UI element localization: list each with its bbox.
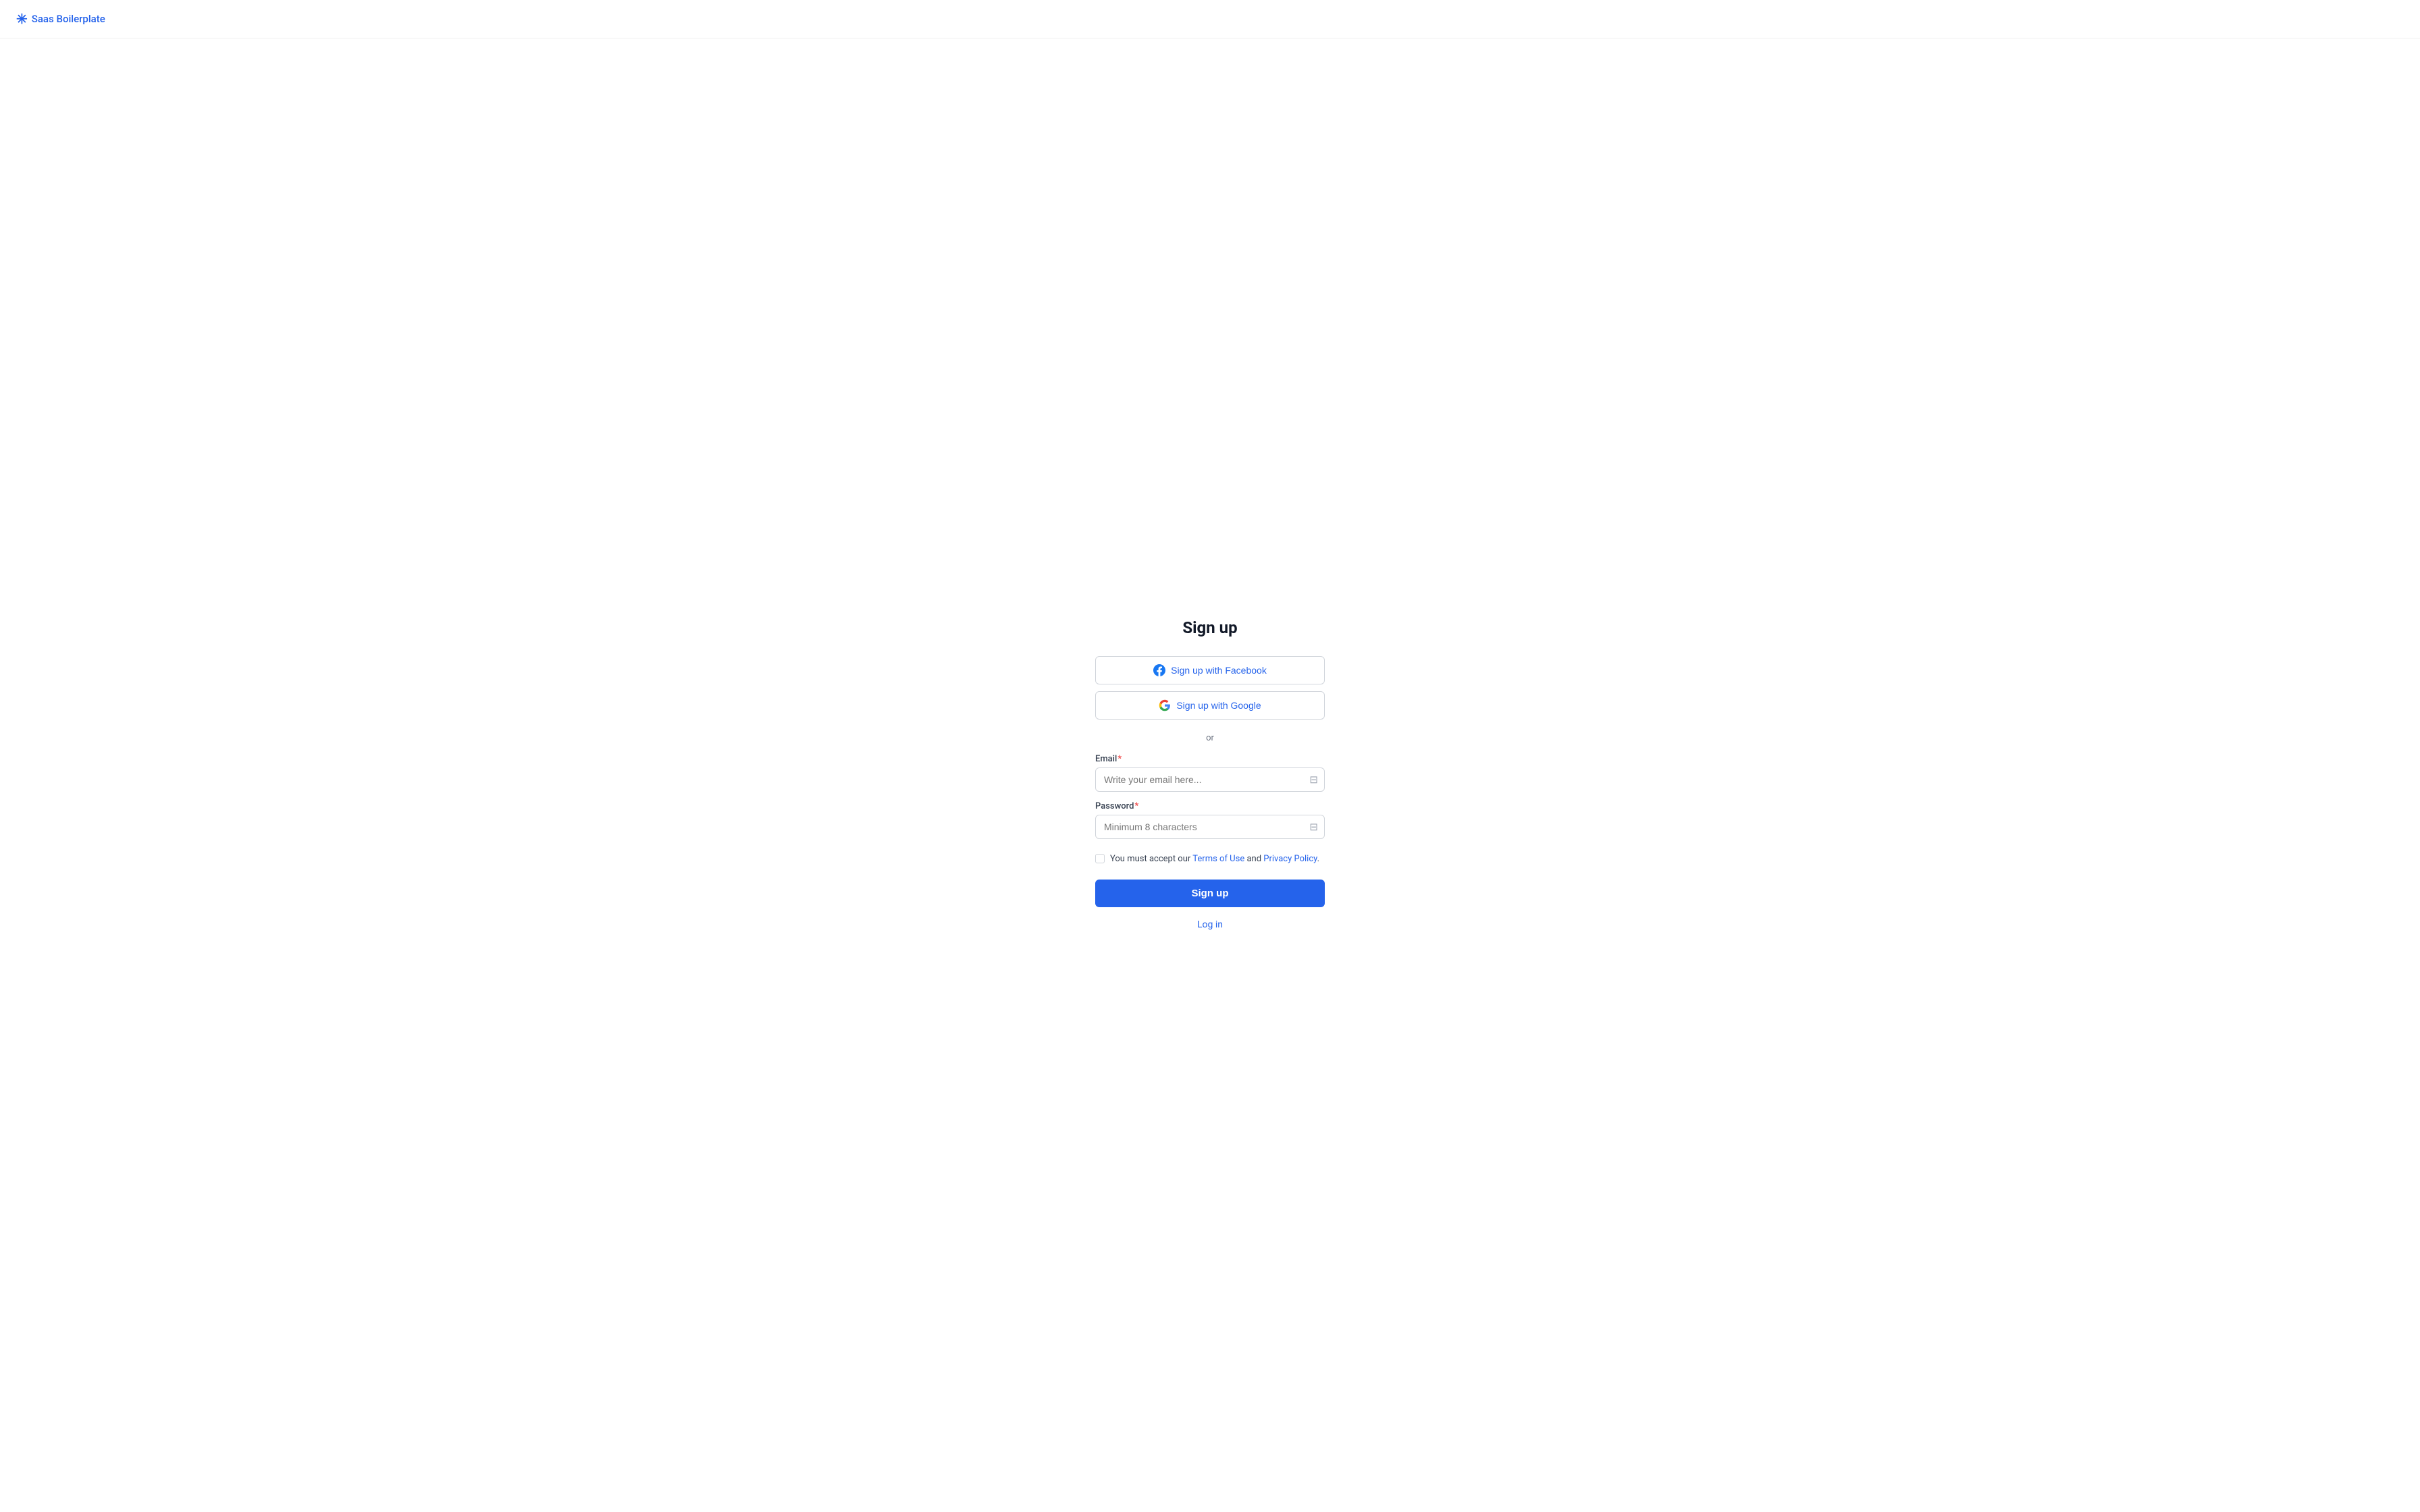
password-input-wrapper: ⊟ [1095,815,1325,839]
navbar: ✳ Saas Boilerplate [0,0,2420,38]
signup-card: Sign up Sign up with Facebook Sign up wi… [1095,618,1325,930]
facebook-signup-label: Sign up with Facebook [1171,665,1267,676]
divider-text: or [1206,733,1214,743]
email-required-marker: * [1117,754,1122,764]
privacy-policy-link[interactable]: Privacy Policy [1263,854,1317,864]
brand-icon: ✳ [16,11,28,27]
signup-button[interactable]: Sign up [1095,880,1325,907]
password-required-marker: * [1134,801,1138,811]
terms-suffix: . [1317,854,1319,864]
facebook-signup-button[interactable]: Sign up with Facebook [1095,656,1325,684]
main-content: Sign up Sign up with Facebook Sign up wi… [0,38,2420,1510]
google-signup-label: Sign up with Google [1176,700,1261,711]
email-label: Email* [1095,754,1325,764]
page-title: Sign up [1182,618,1237,637]
terms-of-use-link[interactable]: Terms of Use [1192,854,1244,864]
terms-text[interactable]: You must accept our Terms of Use and Pri… [1110,853,1319,866]
terms-row: You must accept our Terms of Use and Pri… [1095,853,1325,866]
email-input[interactable] [1095,767,1325,792]
social-buttons: Sign up with Facebook Sign up with Googl… [1095,656,1325,720]
facebook-icon [1153,664,1165,676]
terms-checkbox[interactable] [1095,854,1105,863]
terms-prefix: You must accept our [1110,854,1192,864]
terms-and: and [1244,854,1263,864]
password-label: Password* [1095,801,1325,811]
brand-name: Saas Boilerplate [32,13,105,25]
password-field-group: Password* ⊟ [1095,801,1325,839]
email-field-group: Email* ⊟ [1095,754,1325,792]
signup-form: Email* ⊟ Password* ⊟ [1095,754,1325,930]
google-signup-button[interactable]: Sign up with Google [1095,691,1325,720]
email-input-wrapper: ⊟ [1095,767,1325,792]
google-icon [1159,699,1171,711]
login-link[interactable]: Log in [1095,919,1325,930]
brand-logo[interactable]: ✳ Saas Boilerplate [16,11,105,27]
divider: or [1095,733,1325,743]
password-input[interactable] [1095,815,1325,839]
